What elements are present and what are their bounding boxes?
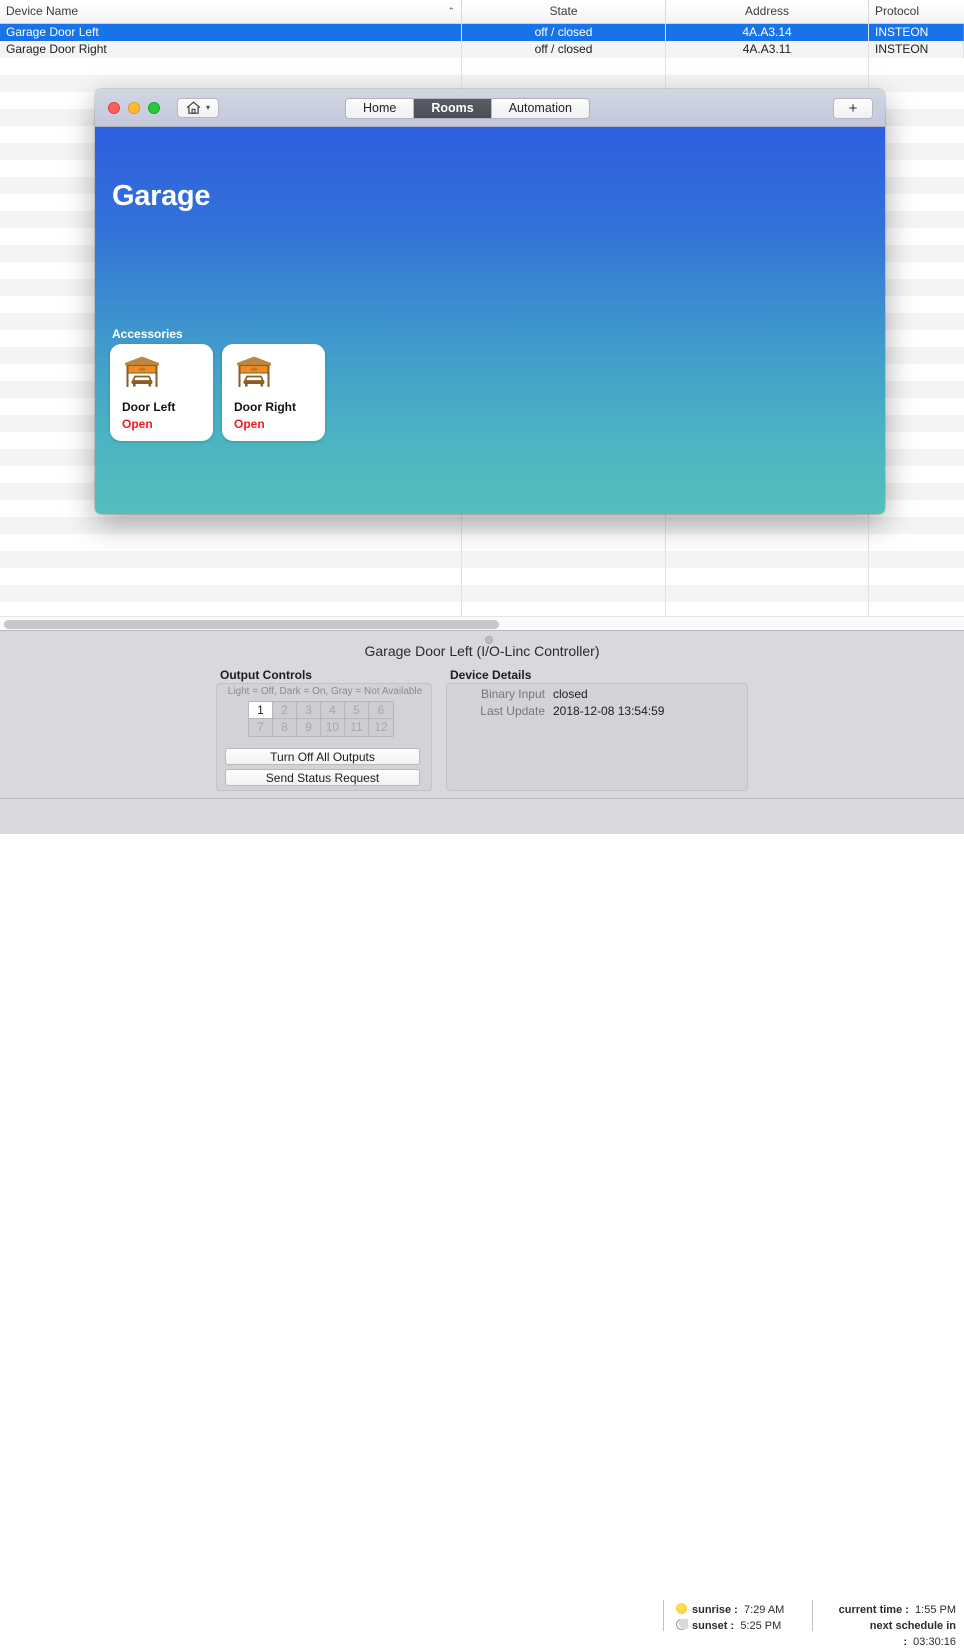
- output-cell-3[interactable]: 3: [297, 702, 321, 719]
- status-sunset: sunset : 5:25 PM: [676, 1618, 781, 1634]
- accessories-heading: Accessories: [112, 327, 183, 341]
- home-icon: [186, 101, 201, 114]
- column-header-device-name-label: Device Name: [6, 4, 79, 18]
- output-cell-9[interactable]: 9: [297, 719, 321, 736]
- status-bar: sunrise : 7:29 AM sunset : 5:25 PM curre…: [0, 798, 964, 1648]
- view-tabs[interactable]: Home Rooms Automation: [345, 98, 590, 119]
- room-view: Garage Accessories Door Left Open Door Rig…: [95, 127, 885, 514]
- table-header-row: Device Name ⌃ State Address Protocol: [0, 0, 964, 24]
- status-sunrise: sunrise : 7:29 AM: [676, 1602, 784, 1618]
- cell-address: 4A.A3.14: [666, 24, 869, 41]
- accessory-card[interactable]: Door Left Open: [110, 344, 213, 441]
- binary-input-label: Binary Input: [480, 687, 545, 701]
- status-bar-divider: [663, 1600, 664, 1631]
- table-empty-row: [0, 585, 964, 602]
- column-header-state-label: State: [549, 4, 578, 18]
- output-cell-11[interactable]: 11: [345, 719, 369, 736]
- add-button[interactable]: +: [833, 98, 873, 119]
- status-next-schedule: next schedule in : 03:30:16: [826, 1618, 956, 1648]
- room-title: Garage: [112, 180, 211, 212]
- accessory-card[interactable]: Door Right Open: [222, 344, 325, 441]
- sort-ascending-icon: ⌃: [447, 6, 455, 16]
- column-header-address-label: Address: [744, 4, 790, 18]
- accessory-name: Door Left: [122, 400, 176, 414]
- tab-home[interactable]: Home: [346, 99, 415, 118]
- tab-rooms[interactable]: Rooms: [414, 99, 492, 118]
- output-cell-12[interactable]: 12: [369, 719, 393, 736]
- table-empty-row: [0, 517, 964, 534]
- close-button[interactable]: [108, 102, 120, 114]
- table-row[interactable]: Garage Door Right off / closed 4A.A3.11 INS…: [0, 41, 964, 58]
- cell-protocol: INSTEON: [869, 41, 964, 58]
- home-app-window[interactable]: ▾ Home Rooms Automation + Garage Accessori…: [95, 89, 885, 514]
- output-controls-grid[interactable]: 1 2 3 4 5 6 7 8 9 10 11 12: [248, 701, 394, 737]
- status-current-time: current time : 1:55 PM: [826, 1602, 956, 1618]
- output-cell-10[interactable]: 10: [321, 719, 345, 736]
- table-empty-row: [0, 551, 964, 568]
- cell-state: off / closed: [462, 41, 666, 58]
- sun-icon: [676, 1603, 687, 1614]
- sunrise-label: sunrise :: [692, 1604, 738, 1616]
- turn-off-all-outputs-button[interactable]: Turn Off All Outputs: [225, 748, 420, 765]
- cell-address: 4A.A3.11: [666, 41, 869, 58]
- current-time-label: current time :: [838, 1604, 909, 1616]
- detail-panel-title: Garage Door Left (I/O-Linc Controller): [364, 643, 600, 659]
- accessory-list: Door Left Open Door Right Open: [110, 344, 325, 441]
- column-header-protocol[interactable]: Protocol: [869, 0, 964, 23]
- send-status-request-button[interactable]: Send Status Request: [225, 769, 420, 786]
- sunset-value: 5:25 PM: [740, 1620, 782, 1632]
- table-row[interactable]: Garage Door Left off / closed 4A.A3.14 INST…: [0, 24, 964, 41]
- tab-automation[interactable]: Automation: [491, 99, 589, 118]
- cell-name: Garage Door Left: [0, 24, 462, 41]
- output-cell-row: 7 8 9 10 11 12: [249, 719, 393, 736]
- home-selector-button[interactable]: ▾: [177, 98, 219, 118]
- column-header-protocol-label: Protocol: [875, 4, 920, 18]
- accessory-name: Door Right: [234, 400, 296, 414]
- accessory-state: Open: [122, 417, 153, 431]
- maximize-button[interactable]: [148, 102, 160, 114]
- window-titlebar[interactable]: ▾ Home Rooms Automation +: [95, 89, 885, 127]
- output-cell-1[interactable]: 1: [249, 702, 273, 719]
- output-cell-8[interactable]: 8: [273, 719, 297, 736]
- output-cell-4[interactable]: 4: [321, 702, 345, 719]
- output-controls-legend: Light = Off, Dark = On, Gray = Not Avail…: [227, 686, 423, 697]
- table-empty-row: [0, 568, 964, 585]
- cell-protocol: INSTEON: [869, 24, 964, 41]
- chevron-down-icon: ▾: [205, 103, 210, 112]
- accessory-state: Open: [234, 417, 265, 431]
- status-bar-divider-2: [812, 1600, 813, 1631]
- garage-door-open-icon: [125, 356, 159, 387]
- device-details-heading: Device Details: [450, 668, 532, 682]
- output-cell-6[interactable]: 6: [369, 702, 393, 719]
- moon-icon: [676, 1619, 688, 1631]
- scrollbar-thumb[interactable]: [4, 620, 499, 629]
- last-update-label: Last Update: [480, 704, 545, 718]
- last-update-value: 2018-12-08 13:54:59: [553, 704, 665, 718]
- cell-name: Garage Door Right: [0, 41, 462, 58]
- sunset-label: sunset :: [692, 1620, 735, 1632]
- table-empty-row: [0, 534, 964, 551]
- column-header-state[interactable]: State: [462, 0, 666, 23]
- garage-door-open-icon: [237, 356, 271, 387]
- output-cell-5[interactable]: 5: [345, 702, 369, 719]
- output-controls-heading: Output Controls: [220, 668, 312, 682]
- table-empty-row: [0, 58, 964, 75]
- output-cell-7[interactable]: 7: [249, 719, 273, 736]
- column-header-address[interactable]: Address: [666, 0, 869, 23]
- column-header-device-name[interactable]: Device Name ⌃: [0, 0, 462, 23]
- output-cell-2[interactable]: 2: [273, 702, 297, 719]
- next-schedule-value: 03:30:16: [913, 1636, 956, 1648]
- sunrise-value: 7:29 AM: [743, 1604, 785, 1616]
- table-horizontal-scrollbar[interactable]: [0, 616, 964, 630]
- binary-input-value: closed: [553, 687, 588, 701]
- minimize-button[interactable]: [128, 102, 140, 114]
- current-time-value: 1:55 PM: [915, 1604, 956, 1616]
- cell-state: off / closed: [462, 24, 666, 41]
- output-cell-row: 123456: [249, 702, 393, 719]
